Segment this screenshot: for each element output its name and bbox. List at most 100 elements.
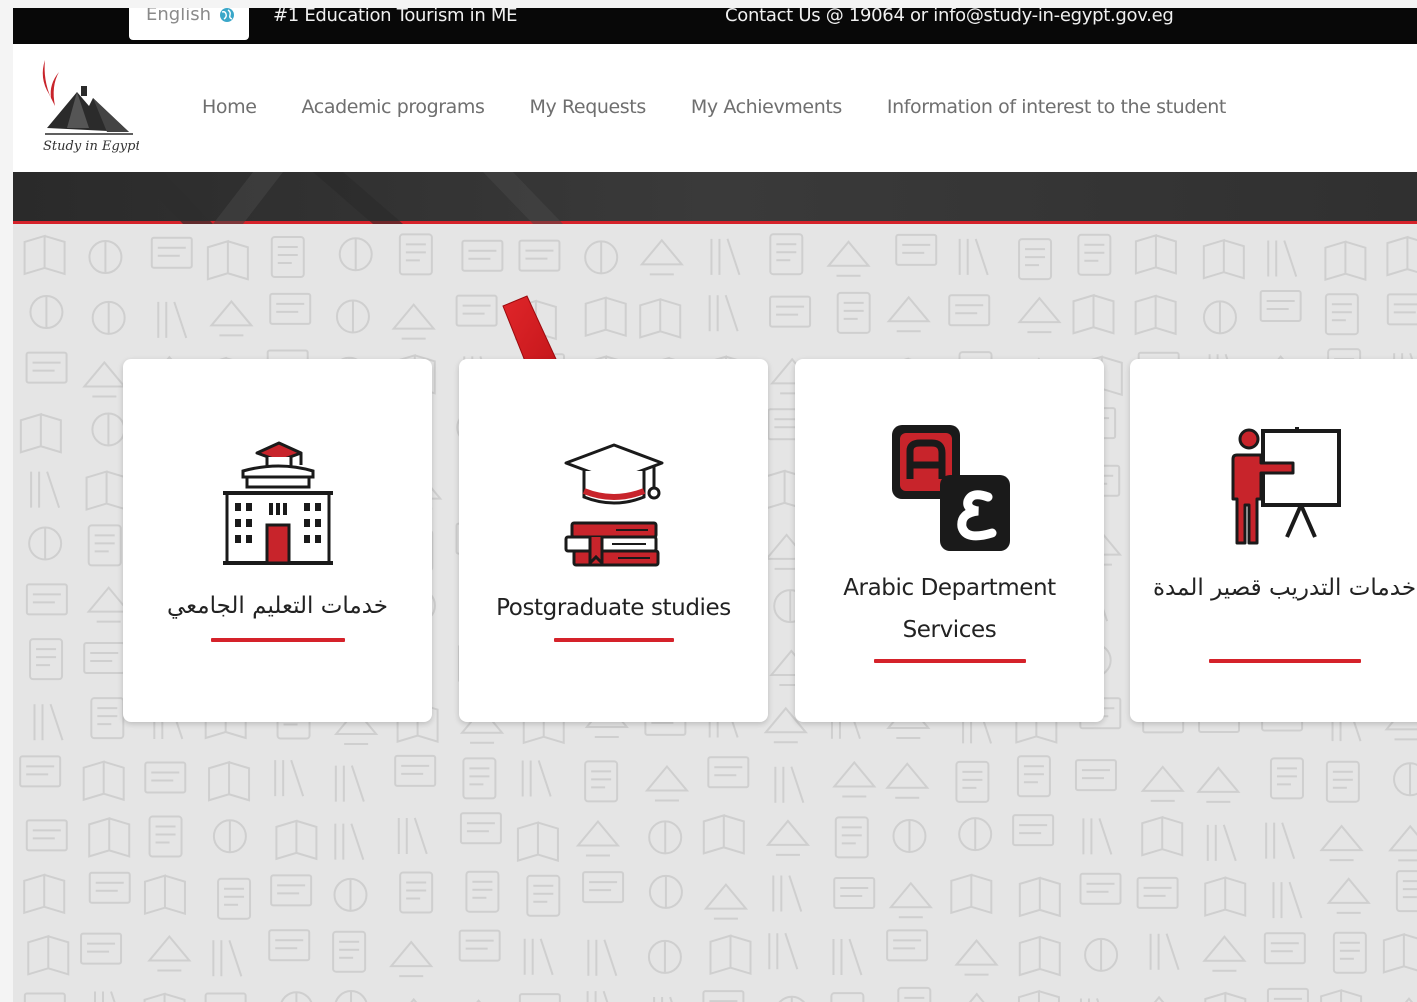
pattern-doodle (88, 871, 131, 904)
pattern-doodle (1141, 815, 1184, 857)
pattern-doodle (518, 993, 561, 1002)
pattern-doodle (1332, 770, 1353, 789)
pattern-doodle (36, 648, 57, 667)
nav-information[interactable]: Information of interest to the student (887, 96, 1226, 118)
pattern-doodle (1079, 998, 1100, 1002)
pattern-doodle (1266, 300, 1295, 311)
pattern-doodle (1134, 234, 1177, 275)
pattern-doodle (1018, 238, 1053, 281)
trainer-presentation-icon (1231, 427, 1341, 545)
pattern-doodle (19, 412, 62, 454)
pattern-doodle (1319, 824, 1364, 862)
pattern-doodle (23, 992, 66, 1002)
pattern-doodle (217, 877, 252, 920)
pattern-doodle (1081, 769, 1110, 780)
pattern-doodle (586, 990, 609, 1002)
pattern-doodle (1019, 824, 1048, 835)
pattern-doodle (1072, 293, 1115, 335)
pattern-doodle (523, 938, 554, 976)
study-in-egypt-logo[interactable]: Study in Egypt (37, 58, 139, 160)
pattern-doodle (1140, 765, 1185, 802)
pattern-doodle (19, 755, 62, 788)
nav-my-achievements[interactable]: My Achievments (691, 96, 842, 118)
pattern-doodle (150, 236, 193, 269)
pattern-doodle (26, 765, 55, 776)
pattern-doodle (772, 875, 803, 912)
pattern-doodle (709, 934, 752, 975)
pattern-doodle (1025, 248, 1046, 267)
contact-info[interactable]: Contact Us @ 19064 or info@study-in-egyp… (725, 8, 1174, 26)
pattern-doodle (334, 765, 365, 802)
nav-home[interactable]: Home (202, 96, 257, 118)
pattern-doodle (1018, 935, 1061, 977)
pattern-doodle (1017, 989, 1060, 1002)
pattern-doodle (1402, 880, 1417, 899)
card-label-arabic-department: Arabic Department Services (843, 575, 1056, 643)
pattern-doodle (575, 819, 621, 857)
pattern-doodle (1136, 876, 1179, 909)
pattern-doodle (88, 817, 131, 858)
pattern-doodle (768, 932, 799, 970)
pattern-doodle (703, 883, 749, 920)
pattern-doodle (209, 299, 254, 337)
pattern-doodle (904, 996, 925, 999)
page: English #1 Education Tourism in ME Conta… (13, 8, 1417, 1002)
pattern-doodle (469, 767, 490, 786)
pattern-doodle (32, 361, 61, 372)
pattern-doodle (462, 757, 497, 800)
pattern-doodle (955, 304, 984, 315)
nav-menu: Home Academic programs My Requests My Ac… (202, 96, 1226, 118)
pattern-doodle (1012, 814, 1055, 847)
pattern-doodle (707, 756, 750, 789)
pattern-doodle (1332, 931, 1367, 974)
pattern-doodle (30, 471, 61, 508)
pattern-doodle (830, 992, 865, 1002)
pattern-doodle (465, 870, 500, 913)
pattern-doodle (948, 294, 991, 327)
card-short-term-training[interactable]: خدمات التدريب قصير المدة (1130, 359, 1417, 722)
pattern-doodle (472, 880, 493, 899)
nav-academic-programs[interactable]: Academic programs (302, 96, 485, 118)
pattern-doodle (147, 934, 192, 972)
banner-pattern (133, 172, 563, 224)
pattern-doodle (332, 930, 367, 973)
pattern-doodle (1204, 876, 1247, 917)
pattern-doodle (1023, 765, 1044, 784)
pattern-doodle (1339, 941, 1360, 960)
pattern-doodle (1386, 235, 1417, 277)
pattern-doodle (268, 929, 311, 962)
pattern-doodle (526, 874, 561, 917)
nav-my-requests[interactable]: My Requests (530, 96, 647, 118)
card-university-education[interactable]: خدمات التعليم الجامعي (123, 359, 432, 722)
pattern-doodle (1196, 766, 1241, 803)
pattern-doodle (1016, 755, 1051, 798)
arabic-letters-icon (891, 425, 1010, 551)
pattern-doodle (587, 939, 618, 977)
pattern-doodle (1259, 290, 1302, 323)
pattern-doodle (832, 760, 877, 798)
card-postgraduate-studies[interactable]: Postgraduate studies (459, 359, 768, 722)
pattern-doodle (1202, 935, 1247, 972)
pattern-doodle (832, 938, 863, 976)
pattern-doodle (1267, 240, 1298, 277)
language-selector[interactable]: English (129, 8, 249, 40)
pattern-doodle (398, 233, 433, 276)
pattern-doodle (23, 234, 66, 276)
card-underline (873, 659, 1026, 663)
pattern-doodle (1018, 876, 1061, 918)
pattern-doodle (644, 764, 690, 802)
pattern-doodle (25, 819, 68, 852)
card-arabic-department[interactable]: Arabic Department Services (795, 359, 1104, 722)
pattern-doodle (533, 884, 554, 903)
pattern-doodle (1204, 991, 1247, 1002)
pattern-doodle (769, 295, 812, 328)
pattern-doodle (394, 754, 437, 787)
pattern-doodle (277, 245, 298, 264)
language-label: English (146, 8, 211, 25)
pattern-doodle (1153, 995, 1165, 1002)
pattern-doodle (1276, 767, 1297, 786)
pattern-doodle (1270, 942, 1299, 953)
university-building-icon (222, 441, 333, 565)
pattern-doodle (399, 871, 434, 914)
pattern-doodle (653, 996, 673, 1002)
